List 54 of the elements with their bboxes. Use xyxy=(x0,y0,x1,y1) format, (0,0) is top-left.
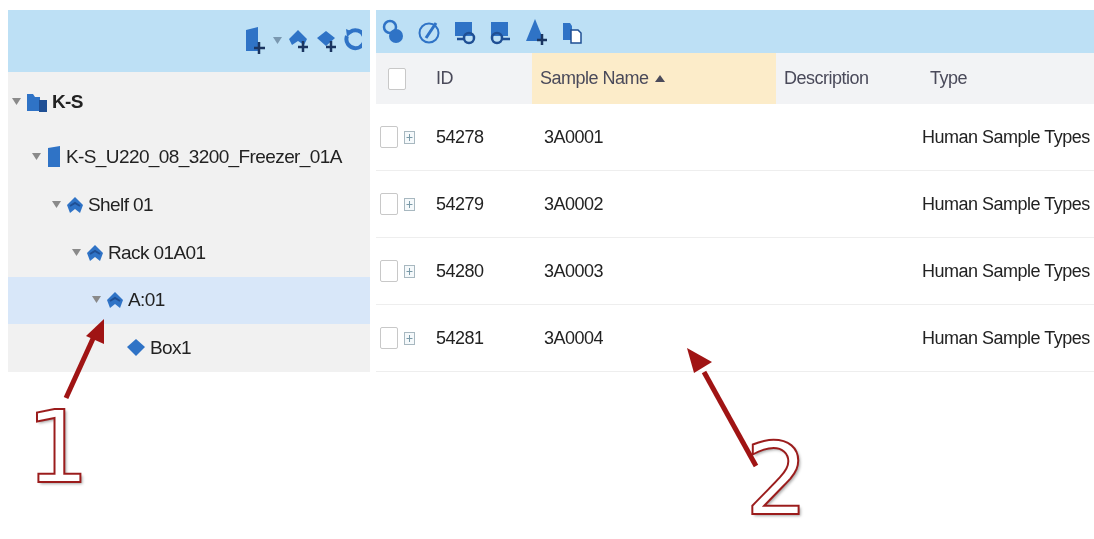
tree-item[interactable]: A:01 xyxy=(8,276,370,325)
table-cell: 3A0004 xyxy=(544,327,604,348)
expand-plus-icon[interactable] xyxy=(404,264,415,278)
stack-add-icon[interactable] xyxy=(288,28,310,53)
expand-plus-icon[interactable] xyxy=(404,130,415,144)
stack-icon xyxy=(106,292,124,309)
row-checkbox[interactable] xyxy=(380,193,398,215)
table-cell: Human Sample Types xyxy=(922,327,1090,348)
stack-icon xyxy=(66,196,84,213)
cube-add-icon[interactable] xyxy=(316,28,338,53)
column-header[interactable]: ID xyxy=(428,53,532,104)
column-header[interactable]: Sample Name xyxy=(532,53,776,104)
table-cell: 54280 xyxy=(436,260,484,281)
table-cell: Human Sample Types xyxy=(922,193,1090,214)
row-checkbox[interactable] xyxy=(380,126,398,148)
row-checkbox[interactable] xyxy=(380,327,398,349)
expand-arrow-icon[interactable] xyxy=(11,98,21,107)
tree-item[interactable]: Box1 xyxy=(8,324,370,372)
table-cell: 54278 xyxy=(436,126,484,147)
tree-item[interactable]: K-S xyxy=(8,71,370,134)
stack-icon xyxy=(86,244,104,261)
column-header[interactable]: Description xyxy=(776,53,922,104)
table-cell: 3A0002 xyxy=(544,193,604,214)
table-cell: 54281 xyxy=(436,327,484,348)
expand-plus-icon[interactable] xyxy=(404,197,415,211)
column-header[interactable]: Type xyxy=(922,53,1094,104)
circles-icon[interactable] xyxy=(382,18,404,45)
cube-icon xyxy=(126,338,146,359)
expand-arrow-icon[interactable] xyxy=(91,296,101,305)
table-cell: 54279 xyxy=(436,193,484,214)
annotation-number: 1 xyxy=(26,398,90,498)
sample-row[interactable]: 54279 3A0002 Human Sample Types xyxy=(376,171,1094,238)
dropdown-caret-icon[interactable] xyxy=(273,36,282,45)
row-checkbox[interactable] xyxy=(380,260,398,282)
cabinet-icon xyxy=(46,145,62,170)
tree-item[interactable]: Shelf 01 xyxy=(8,181,370,229)
tree-item[interactable]: Rack 01A01 xyxy=(8,228,370,277)
select-all-checkbox[interactable] xyxy=(388,67,406,90)
table-cell: Human Sample Types xyxy=(922,260,1090,281)
cabinet-add-icon[interactable] xyxy=(245,25,267,56)
expand-arrow-icon[interactable] xyxy=(31,153,41,162)
sort-up-icon xyxy=(654,75,665,83)
annotation-number: 2 xyxy=(745,430,809,530)
table-cell: 3A0001 xyxy=(544,126,604,147)
expand-plus-icon[interactable] xyxy=(404,331,415,345)
table-cell: Human Sample Types xyxy=(922,126,1090,147)
sample-row[interactable]: 54280 3A0003 Human Sample Types xyxy=(376,238,1094,305)
sample-row[interactable]: 54278 3A0001 Human Sample Types xyxy=(376,104,1094,171)
triangle-add-icon[interactable] xyxy=(526,17,548,46)
expand-arrow-icon[interactable] xyxy=(51,200,61,209)
building-icon xyxy=(26,91,48,114)
tree-item[interactable]: K-S_U220_08_3200_Freezer_01A xyxy=(8,133,370,182)
table-cell: 3A0003 xyxy=(544,260,604,281)
expand-arrow-icon[interactable] xyxy=(71,248,81,257)
